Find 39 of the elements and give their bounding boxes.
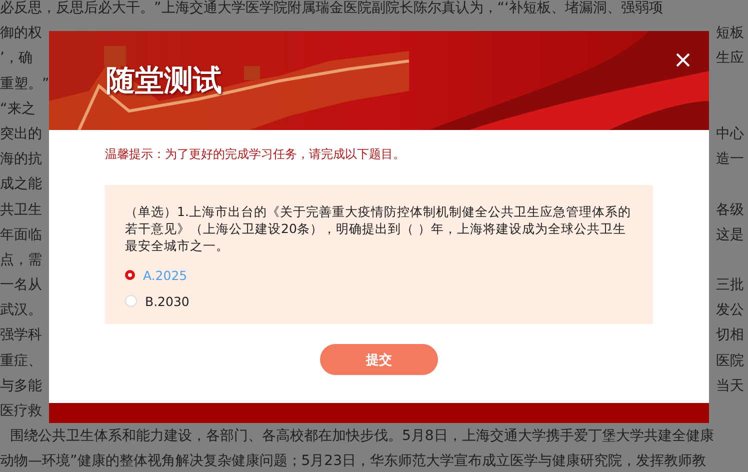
radio-button[interactable]	[125, 270, 135, 280]
article-text: 短板	[716, 24, 744, 44]
article-text: 动物—环境”健康的整体视角解决复杂健康问题；5月23日，华东师范大学宣布成立医学与健康研究院，发挥教师教	[0, 452, 706, 472]
article-text: 重塑。”	[0, 74, 50, 94]
article-text: 切相	[716, 326, 744, 346]
article-text: 医院	[716, 352, 744, 371]
close-icon	[676, 53, 690, 67]
article-text: 发公	[716, 301, 744, 320]
article-text: 造一	[716, 150, 744, 170]
article-text: 这是	[716, 226, 744, 245]
article-text: 海的抗	[0, 150, 42, 170]
article-text: 生应	[716, 49, 744, 68]
article-text: 各级	[716, 200, 744, 220]
hint-text: 温馨提示：为了更好的完成学习任务，请完成以下题目。	[105, 146, 406, 163]
article-text: 一名从	[0, 276, 42, 296]
submit-button[interactable]: 提交	[320, 344, 438, 375]
option-label[interactable]: A.2025	[143, 268, 188, 282]
article-text: 强学科	[0, 326, 42, 346]
option-label[interactable]: B.2030	[145, 294, 190, 308]
article-text: 武汉。	[0, 301, 42, 320]
article-text: 御的权	[0, 24, 42, 44]
article-text: 突出的	[0, 124, 42, 144]
article-text: 三批	[716, 276, 744, 296]
article-text: 点，需	[0, 250, 42, 270]
question-text: （单选）1.上海市出台的《关于完善重大疫情防控体制机制健全公共卫生应急管理体系的若干意见》（上海公卫建设20条），明确提出到（ ）年，上海将建设成为全球公共卫生最安全城市之一。	[125, 203, 632, 254]
article-text: 共卫生	[0, 200, 42, 220]
article-text: ’，确	[0, 49, 32, 68]
close-button[interactable]	[674, 51, 692, 69]
article-text: “来之	[0, 100, 36, 119]
article-text: 当天	[716, 376, 744, 396]
article-text: 医疗救	[0, 402, 42, 421]
article-text: 与多能	[0, 376, 42, 396]
article-text: 中心	[716, 124, 744, 144]
article-text: 成之能	[0, 175, 42, 194]
dialog-title: 随堂测试	[106, 62, 222, 99]
article-text: 年面临	[0, 226, 42, 245]
article-text: 重症、	[0, 352, 42, 371]
article-text: 围绕公共卫生体系和能力建设，各部门、各高校都在加快步伐。5月8日，上海交通大学携手爱丁堡大学共建全健康	[10, 427, 714, 446]
article-text: 必反思，反思后必大干。”上海交通大学医学院附属瑞金医院副院长陈尔真认为，“‘补短板、堵漏洞、强弱项	[0, 0, 663, 18]
